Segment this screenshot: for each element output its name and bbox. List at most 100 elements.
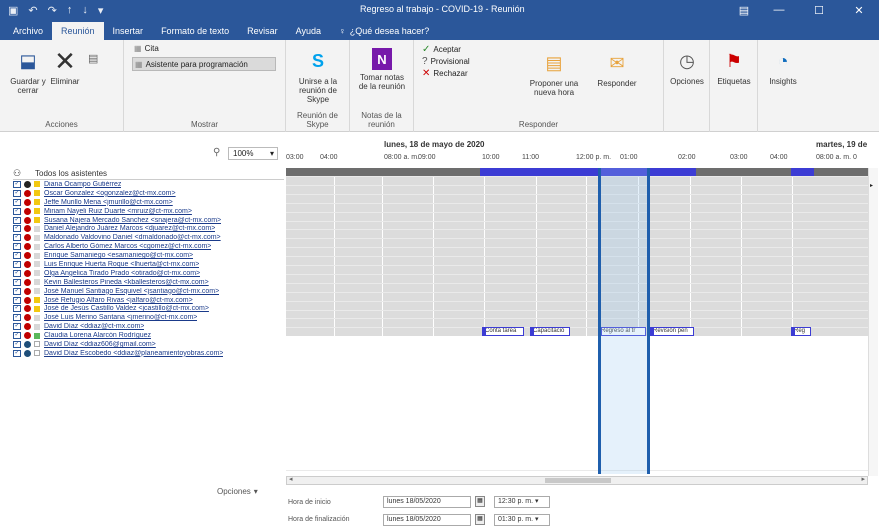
attendee-checkbox[interactable]: ✓	[13, 225, 21, 233]
attendee-type-icon[interactable]	[24, 243, 31, 251]
attendee-type-icon[interactable]	[24, 314, 31, 322]
attendee-checkbox[interactable]: ✓	[13, 314, 21, 322]
zoom-select[interactable]: 100% ▾	[228, 147, 278, 160]
scroll-thumb[interactable]	[545, 478, 611, 483]
options-button[interactable]: ◷ Opciones	[668, 48, 706, 87]
attendee-name[interactable]: José Manuel Santiago Esquivel <jsantiago…	[44, 288, 219, 295]
attendee-name[interactable]: Jeffe Murillo Mena <jmurillo@ct-mx.com>	[44, 199, 173, 206]
list-item[interactable]: ✓ Jeffe Murillo Mena <jmurillo@ct-mx.com>	[13, 198, 284, 207]
list-item[interactable]: ✓ Olga Angelica Tirado Prado <otirado@ct-…	[13, 269, 284, 278]
horizontal-scrollbar[interactable]: ◂ ▸	[286, 476, 868, 485]
attendee-name[interactable]: José de Jesús Castillo Valdez <jcastillo…	[44, 305, 209, 312]
attendee-checkbox[interactable]: ✓	[13, 198, 21, 206]
tab-reunion[interactable]: Reunión	[52, 22, 104, 40]
attendee-type-icon[interactable]	[24, 180, 31, 188]
attendee-type-icon[interactable]	[24, 198, 31, 206]
attendee-checkbox[interactable]: ✓	[13, 234, 21, 242]
appointment-block[interactable]: Capacitació	[530, 327, 570, 337]
list-item[interactable]: ✓ Luis Enrique Huerta Roque <lhuerta@ct-m…	[13, 260, 284, 269]
list-item[interactable]: ✓ Carlos Alberto Gómez Marcos <cgomez@ct-…	[13, 242, 284, 251]
down-icon[interactable]: ↓	[82, 4, 88, 16]
join-skype-button[interactable]: S Unirse a la reunión de Skype	[290, 48, 346, 105]
attendee-checkbox[interactable]: ✓	[13, 243, 21, 251]
accept-button[interactable]: ✓ Aceptar	[422, 44, 461, 55]
list-item[interactable]: ✓ Diana Ocampo Gutiérrez	[13, 180, 284, 189]
attendee-name[interactable]: David Díaz Escobedo <ddiaz@planeamientoy…	[44, 350, 223, 357]
list-item[interactable]: ✓ Kevin Ballesteros Pineda <kballesteros@…	[13, 278, 284, 287]
vertical-scrollbar[interactable]: ▸	[868, 168, 878, 476]
list-item[interactable]: ✓ Claudia Lorena Alarcón Rodríguez	[13, 331, 284, 340]
end-date-field[interactable]: lunes 18/05/2020	[383, 514, 471, 526]
attendee-name[interactable]: Olga Angelica Tirado Prado <otirado@ct-m…	[44, 270, 200, 277]
attendee-type-icon[interactable]	[24, 234, 31, 242]
tell-me-box[interactable]: ♀ ¿Qué desea hacer?	[330, 22, 438, 40]
attendee-name[interactable]: Susana Najera Mercado Sanchez <snajera@c…	[44, 217, 221, 224]
attendee-type-icon[interactable]	[24, 323, 31, 331]
attendee-name[interactable]: Miriam Nayeli Ruiz Duarte <mruiz@ct-mx.c…	[44, 208, 192, 215]
attendee-checkbox[interactable]: ✓	[13, 216, 21, 224]
options-dropdown-button[interactable]: Opciones ▾	[217, 487, 258, 496]
attendee-checkbox[interactable]: ✓	[13, 332, 21, 340]
attendee-name[interactable]: David Díaz <ddiaz@ct-mx.com>	[44, 323, 144, 330]
tab-ayuda[interactable]: Ayuda	[287, 22, 330, 40]
decline-button[interactable]: ✕ Rechazar	[422, 68, 468, 79]
close-button[interactable]: ✕	[839, 0, 879, 20]
list-item[interactable]: ✓ David Díaz <ddiaz@ct-mx.com>	[13, 322, 284, 331]
end-time-field[interactable]: 01:30 p. m. ▾	[494, 514, 550, 526]
attendee-checkbox[interactable]: ✓	[13, 180, 21, 188]
tab-insertar[interactable]: Insertar	[104, 22, 153, 40]
attendee-name[interactable]: Carlos Alberto Gómez Marcos <cgomez@ct-m…	[44, 243, 211, 250]
appointment-block[interactable]: Conta tarea	[482, 327, 524, 337]
start-time-field[interactable]: 12:30 p. m. ▾	[494, 496, 550, 508]
attendee-name[interactable]: José Refugio Alfaro Rivas <jalfaro@ct-mx…	[44, 297, 193, 304]
tab-formato-texto[interactable]: Formato de texto	[152, 22, 238, 40]
attendee-checkbox[interactable]: ✓	[13, 252, 21, 260]
attendee-type-icon[interactable]	[24, 332, 31, 340]
save-close-button[interactable]: ⬓ Guardar y cerrar	[8, 48, 48, 96]
tags-button[interactable]: ⚑ Etiquetas	[715, 48, 753, 87]
list-item[interactable]: ✓ David Díaz <ddiaz606@gmail.com>	[13, 340, 284, 349]
attendee-checkbox[interactable]: ✓	[13, 349, 21, 357]
list-item[interactable]: ✓ José Luis Merino Santana <jmerino@ct-mx…	[13, 313, 284, 322]
attendee-name[interactable]: David Díaz <ddiaz606@gmail.com>	[44, 341, 156, 348]
attendee-type-icon[interactable]	[24, 296, 31, 304]
attendee-type-icon[interactable]	[24, 260, 31, 268]
list-item[interactable]: ✓ Miriam Nayeli Ruiz Duarte <mruiz@ct-mx.…	[13, 207, 284, 216]
attendee-checkbox[interactable]: ✓	[13, 296, 21, 304]
attendee-type-icon[interactable]	[24, 278, 31, 286]
attendee-type-icon[interactable]	[24, 225, 31, 233]
attendee-name[interactable]: Maldonado Valdovino Daniel <dmaldonado@c…	[44, 234, 221, 241]
attendee-checkbox[interactable]: ✓	[13, 287, 21, 295]
undo-icon[interactable]: ↶	[28, 4, 37, 17]
attendee-type-icon[interactable]	[24, 189, 31, 197]
attendee-name[interactable]: Claudia Lorena Alarcón Rodríguez	[44, 332, 151, 339]
list-item[interactable]: ✓ Enrique Samaniego <esamaniego@ct-mx.com…	[13, 251, 284, 260]
appointment-block[interactable]: Reg	[791, 327, 811, 337]
meeting-time-selection[interactable]	[598, 168, 650, 474]
attendee-name[interactable]: Kevin Ballesteros Pineda <kballesteros@c…	[44, 279, 209, 286]
tab-archivo[interactable]: Archivo	[4, 22, 52, 40]
attendee-name[interactable]: Oscar Gonzalez <ogonzalez@ct-mx.com>	[44, 190, 176, 197]
attendee-name[interactable]: José Luis Merino Santana <jmerino@ct-mx.…	[44, 314, 197, 321]
attendee-type-icon[interactable]	[24, 216, 31, 224]
attendee-checkbox[interactable]: ✓	[13, 260, 21, 268]
calendar-picker-icon[interactable]: ▦	[475, 514, 485, 525]
scroll-right-icon[interactable]: ▸	[861, 475, 865, 483]
calendar-picker-icon[interactable]: ▦	[475, 496, 485, 507]
tentative-button[interactable]: ? Provisional	[422, 56, 470, 67]
cita-button[interactable]: ▦ Cita	[134, 44, 159, 53]
attendee-checkbox[interactable]: ✓	[13, 189, 21, 197]
take-notes-button[interactable]: N Tomar notas de la reunión	[356, 48, 408, 91]
list-item[interactable]: ✓ José Manuel Santiago Esquivel <jsantiag…	[13, 287, 284, 296]
attendee-type-icon[interactable]	[24, 269, 31, 277]
attendee-type-icon[interactable]	[24, 287, 31, 295]
save-icon[interactable]: ▣	[8, 4, 18, 17]
delete-button[interactable]: ✕ Eliminar	[48, 48, 82, 87]
propose-time-button[interactable]: ▤ Proponer una nueva hora	[522, 50, 586, 98]
appointment-block[interactable]: Revisión pen	[650, 327, 694, 337]
redo-icon[interactable]: ↷	[48, 4, 57, 17]
attendee-type-icon[interactable]	[24, 349, 31, 357]
attendee-type-icon[interactable]	[24, 305, 31, 313]
attendee-type-icon[interactable]	[24, 340, 31, 348]
up-icon[interactable]: ↑	[67, 4, 73, 16]
